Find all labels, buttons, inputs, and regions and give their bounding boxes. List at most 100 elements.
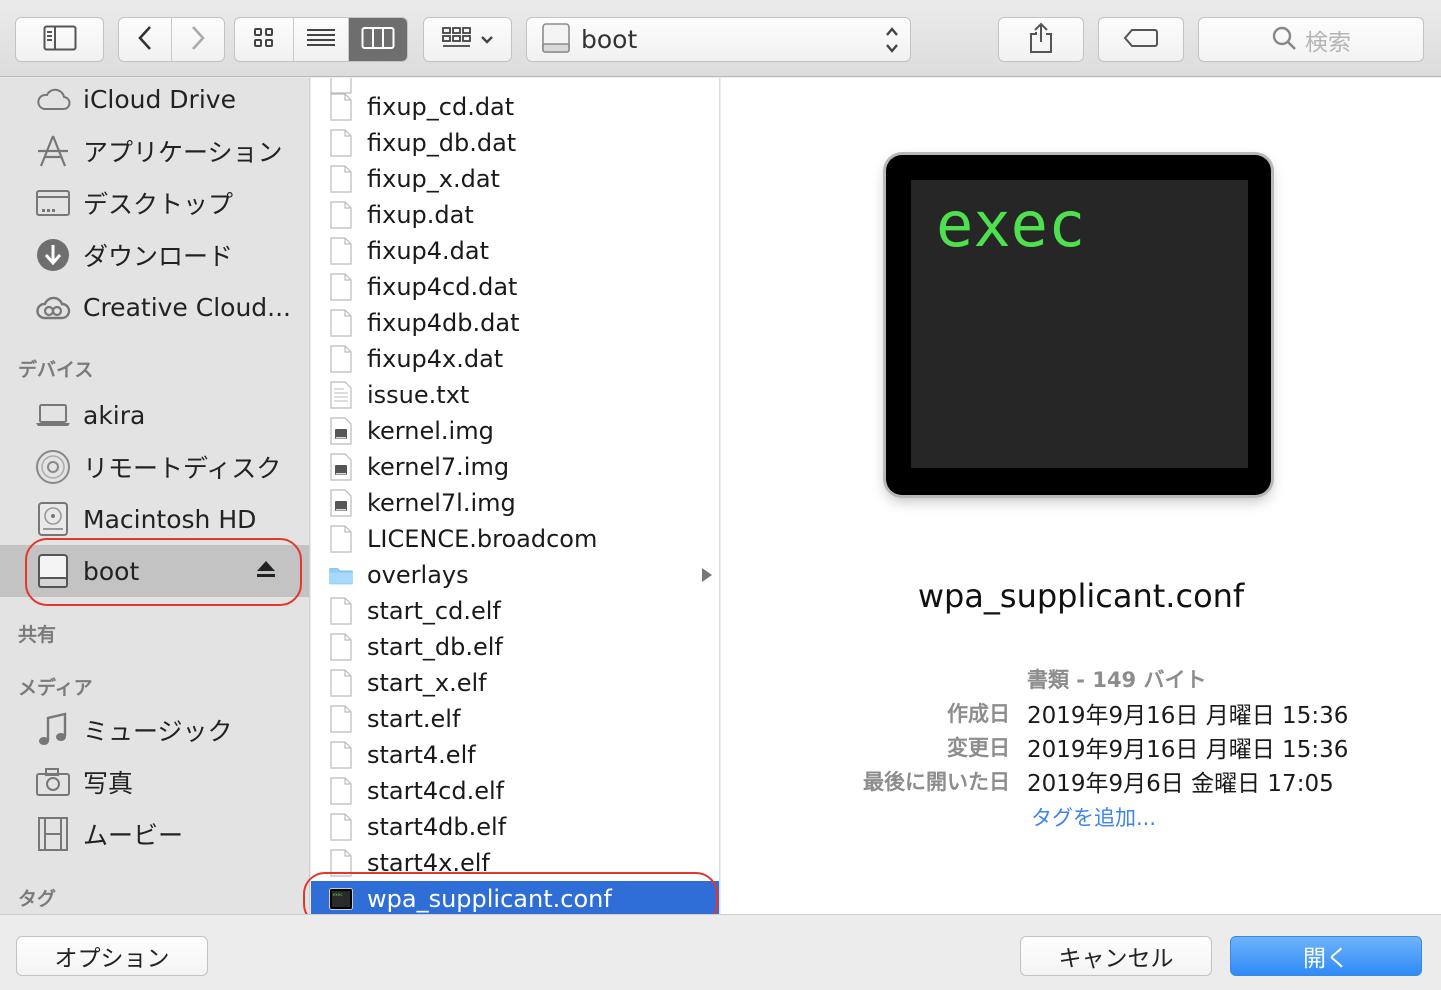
options-button[interactable]: オプション: [16, 936, 208, 976]
cloud-icon: [34, 80, 72, 118]
list-item[interactable]: start.elf: [311, 701, 719, 737]
list-item[interactable]: start_cd.elf: [311, 593, 719, 629]
open-button[interactable]: 開く: [1230, 936, 1422, 976]
chevron-down-icon: [480, 30, 494, 49]
list-item[interactable]: fixup_cd.dat: [311, 89, 719, 125]
list-item[interactable]: start_x.elf: [311, 665, 719, 701]
icon-view-button[interactable]: [235, 18, 295, 61]
location-popup[interactable]: boot: [526, 17, 911, 62]
download-icon: [34, 236, 72, 274]
preview-filename: wpa_supplicant.conf: [917, 577, 1245, 615]
sidebar-item-applications[interactable]: アプリケーション: [0, 125, 309, 177]
file-name: start_cd.elf: [367, 597, 501, 625]
sidebar-item-creative-cloud[interactable]: Creative Cloud...: [0, 281, 309, 333]
last-opened-value: 2019年9月6日 金曜日 17:05: [1027, 771, 1334, 797]
sidebar-item-desktop[interactable]: デスクトップ: [0, 177, 309, 229]
list-item[interactable]: issue.txt: [311, 377, 719, 413]
laptop-icon: [34, 396, 72, 434]
search-input[interactable]: 検索: [1198, 17, 1424, 62]
column-view-button[interactable]: [348, 18, 407, 61]
sidebar-toggle-button[interactable]: [15, 17, 104, 62]
sidebar-item-icloud-drive[interactable]: iCloud Drive: [0, 78, 309, 125]
list-item[interactable]: fixup4cd.dat: [311, 269, 719, 305]
music-icon: [34, 711, 72, 749]
document-icon: [329, 632, 353, 662]
film-icon: [34, 815, 72, 853]
exec-screen: exec: [911, 180, 1248, 468]
list-item[interactable]: fixup4x.dat: [311, 341, 719, 377]
tags-button[interactable]: [1098, 17, 1184, 62]
created-label: 作成日: [947, 702, 1010, 726]
disk-image-icon: [329, 488, 353, 518]
share-button[interactable]: [998, 17, 1084, 62]
sidebar-item-movies[interactable]: ムービー: [0, 808, 309, 860]
file-name: start4db.elf: [367, 813, 507, 841]
desktop-icon: [34, 184, 72, 222]
tags-section-header: タグ: [18, 888, 57, 910]
folder-icon: [329, 560, 353, 590]
document-icon: [329, 668, 353, 698]
list-item[interactable]: fixup_x.dat: [311, 161, 719, 197]
cancel-button[interactable]: キャンセル: [1020, 936, 1212, 976]
back-button[interactable]: [119, 18, 172, 61]
search-placeholder: 検索: [1305, 29, 1351, 56]
view-mode-control: [234, 17, 408, 62]
disc-icon: [34, 448, 72, 486]
list-item[interactable]: kernel7l.img: [311, 485, 719, 521]
document-icon: [329, 92, 353, 122]
dialog-footer: オプション キャンセル 開く: [0, 914, 1441, 990]
list-item[interactable]: kernel.img: [311, 413, 719, 449]
sidebar-item-remote-disc[interactable]: リモートディスク: [0, 441, 309, 493]
file-name: fixup_x.dat: [367, 165, 500, 193]
list-item[interactable]: fixup4db.dat: [311, 305, 719, 341]
list-item[interactable]: fixup.dat: [311, 197, 719, 233]
document-icon: [329, 200, 353, 230]
sidebar-item-music[interactable]: ミュージック: [0, 704, 309, 756]
chevron-left-icon: [137, 24, 153, 56]
file-name: kernel7.img: [367, 453, 510, 481]
document-icon: [329, 344, 353, 374]
add-tags-link[interactable]: タグを追加...: [1031, 802, 1156, 832]
list-item[interactable]: start4db.elf: [311, 809, 719, 845]
file-name: fixup.dat: [367, 201, 474, 229]
file-name: kernel7l.img: [367, 489, 516, 517]
list-item[interactable]: kernel7.img: [311, 449, 719, 485]
document-icon: [329, 236, 353, 266]
list-item[interactable]: start4cd.elf: [311, 773, 719, 809]
sidebar-item-downloads[interactable]: ダウンロード: [0, 229, 309, 281]
file-name: fixup_db.dat: [367, 129, 517, 157]
last-opened-label: 最後に開いた日: [863, 770, 1010, 794]
exec-file-icon: exec: [886, 155, 1271, 495]
share-icon: [1028, 22, 1054, 58]
list-item[interactable]: start4.elf: [311, 737, 719, 773]
list-item[interactable]: LICENCE.broadcom: [311, 521, 719, 557]
disclosure-arrow-icon: [701, 567, 713, 587]
arrange-menu-button[interactable]: [423, 17, 512, 62]
file-name: issue.txt: [367, 381, 470, 409]
toolbar: boot 検索: [0, 0, 1441, 77]
file-name: fixup4x.dat: [367, 345, 504, 373]
file-name: LICENCE.broadcom: [367, 525, 598, 553]
document-icon: [329, 164, 353, 194]
file-name: overlays: [367, 561, 469, 589]
file-name: start_x.elf: [367, 669, 487, 697]
file-column: fixup_cd.dat fixup_db.dat fixup_x.datfixup…: [311, 78, 720, 914]
list-item[interactable]: fixup_db.dat: [311, 125, 719, 161]
grid-icon: [253, 27, 275, 53]
creative-cloud-icon: [34, 288, 72, 326]
sidebar-item-photos[interactable]: 写真: [0, 756, 309, 808]
list-item[interactable]: start_db.elf: [311, 629, 719, 665]
columns-icon: [361, 26, 395, 54]
file-name: start.elf: [367, 705, 461, 733]
forward-button[interactable]: [172, 18, 225, 61]
back-forward-control: [118, 17, 225, 62]
sidebar-item-akira[interactable]: akira: [0, 389, 309, 441]
document-icon: [329, 812, 353, 842]
preview-pane: exec wpa_supplicant.conf 書類 - 149 バイト 作成…: [721, 78, 1441, 914]
list-item[interactable]: overlays: [311, 557, 719, 593]
list-item[interactable]: fixup4.dat: [311, 233, 719, 269]
location-label: boot: [581, 25, 638, 54]
file-name: fixup4cd.dat: [367, 273, 518, 301]
search-icon: [1271, 25, 1297, 55]
list-view-button[interactable]: [294, 18, 349, 61]
